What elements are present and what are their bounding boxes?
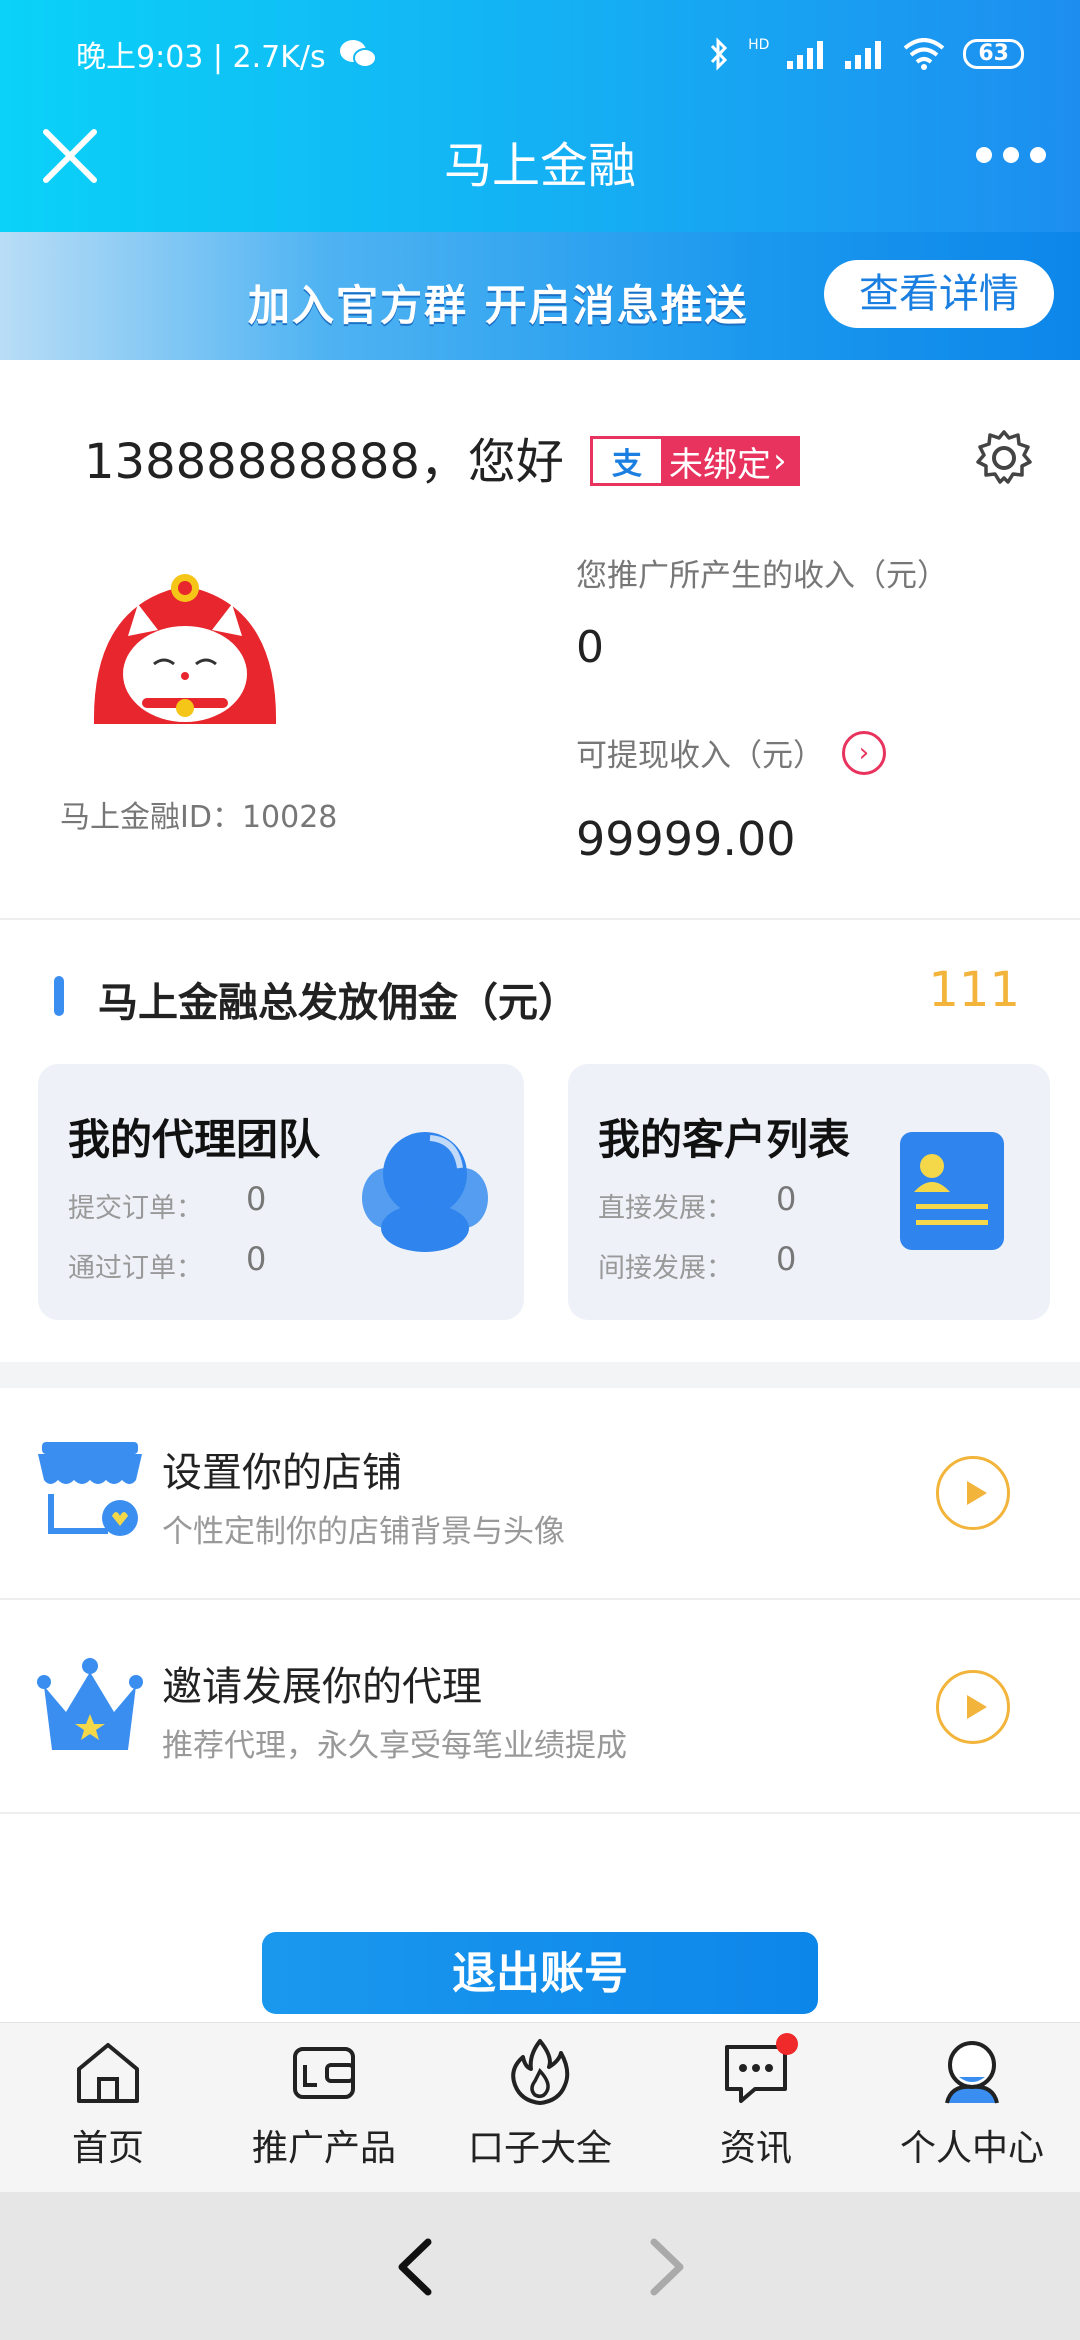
row-label: 间接发展： xyxy=(598,1253,733,1284)
system-navigation-bar xyxy=(0,2192,1080,2340)
list-item-title: 设置你的店铺 xyxy=(162,1450,402,1496)
wechat-icon xyxy=(339,40,377,68)
bottom-tab-bar: 首页 推广产品 口子大全 资讯 个人中心 xyxy=(0,2022,1080,2192)
list-item-store-setup[interactable]: 设置你的店铺 个性定制你的店铺背景与头像 xyxy=(0,1388,1080,1600)
feature-list: 设置你的店铺 个性定制你的店铺背景与头像 邀请发展你的代理 推荐代理，永久享受每… xyxy=(0,1388,1080,1816)
page-title: 马上金融 xyxy=(443,138,636,194)
play-icon[interactable] xyxy=(936,1670,1010,1744)
bind-status: 未绑定 xyxy=(669,444,771,485)
alipay-bind-badge[interactable]: 支 未绑定 › xyxy=(590,436,800,486)
row-value: 0 xyxy=(776,1240,797,1278)
card-row: 直接发展： 0 xyxy=(598,1180,796,1225)
row-value: 0 xyxy=(246,1180,267,1218)
forward-arrow-icon[interactable] xyxy=(636,2232,696,2302)
card-row: 提交订单： 0 xyxy=(68,1180,266,1225)
tab-profile[interactable]: 个人中心 xyxy=(864,2023,1080,2192)
row-label: 直接发展： xyxy=(598,1193,733,1224)
customer-list-card[interactable]: 我的客户列表 直接发展： 0 间接发展： 0 xyxy=(568,1064,1050,1320)
chevron-right-circle-icon[interactable]: › xyxy=(842,730,886,775)
view-details-button[interactable]: 查看详情 xyxy=(824,260,1054,328)
row-label: 通过订单： xyxy=(68,1253,203,1284)
withdrawable-row[interactable]: 可提现收入（元） › xyxy=(576,730,886,775)
logout-button[interactable]: 退出账号 xyxy=(262,1932,818,2014)
title-bar: 马上金融 xyxy=(0,110,1080,200)
card-title: 我的代理团队 xyxy=(68,1115,321,1164)
card-title: 我的客户列表 xyxy=(598,1115,851,1164)
profile-section: 13888888888，您好 支 未绑定 › 马上金融ID：10028 您推广所… xyxy=(0,360,1080,920)
play-icon[interactable] xyxy=(936,1456,1010,1530)
tab-label: 首页 xyxy=(71,2128,144,2169)
alipay-icon: 支 xyxy=(593,439,661,483)
tab-label: 个人中心 xyxy=(899,2128,1044,2169)
tab-label: 口子大全 xyxy=(467,2128,612,2169)
status-time-speed: 晚上9:03 | 2.7K/s xyxy=(76,40,326,75)
chevron-right-icon: › xyxy=(773,441,787,481)
user-id: 马上金融ID：10028 xyxy=(60,800,338,835)
contact-card-icon xyxy=(900,1132,1004,1250)
section-accent-bar xyxy=(54,976,64,1016)
card-row: 间接发展： 0 xyxy=(598,1240,796,1285)
tab-news[interactable]: 资讯 xyxy=(648,2023,864,2192)
income-value: 0 xyxy=(576,622,604,673)
shop-icon xyxy=(38,1442,142,1536)
card-row: 通过订单： 0 xyxy=(68,1240,266,1285)
list-item-subtitle: 个性定制你的店铺背景与头像 xyxy=(162,1514,565,1550)
hd-tag: HD xyxy=(748,37,770,53)
withdrawable-value: 99999.00 xyxy=(576,812,796,866)
user-icon xyxy=(945,2041,999,2104)
tab-label: 资讯 xyxy=(719,2128,792,2169)
wallet-icon xyxy=(293,2047,355,2099)
signal-icon-2 xyxy=(845,41,882,69)
tab-label: 推广产品 xyxy=(251,2128,396,2169)
agent-team-card[interactable]: 我的代理团队 提交订单： 0 通过订单： 0 xyxy=(38,1064,524,1320)
commission-section: 马上金融总发放佣金（元） 111 我的代理团队 提交订单： 0 通过订单： 0 … xyxy=(0,920,1080,1362)
row-value: 0 xyxy=(246,1240,267,1278)
income-label: 您推广所产生的收入（元） xyxy=(576,558,948,594)
team-icon xyxy=(362,1132,488,1252)
app-header: 晚上9:03 | 2.7K/s HD 63 马上金融 xyxy=(0,0,1080,232)
back-arrow-icon[interactable] xyxy=(386,2232,446,2302)
battery-indicator: 63 xyxy=(963,39,1024,69)
signal-icon xyxy=(787,41,824,69)
row-label: 提交订单： xyxy=(68,1193,203,1224)
list-item-title: 邀请发展你的代理 xyxy=(162,1664,482,1710)
bluetooth-icon xyxy=(710,37,728,71)
tab-loans[interactable]: 口子大全 xyxy=(432,2023,648,2192)
gear-icon[interactable] xyxy=(974,428,1034,488)
list-item-subtitle: 推荐代理，永久享受每笔业绩提成 xyxy=(162,1728,627,1764)
tab-home[interactable]: 首页 xyxy=(0,2023,216,2192)
wifi-icon xyxy=(904,38,945,70)
promo-banner[interactable]: 加入官方群 开启消息推送 查看详情 xyxy=(0,232,1080,360)
row-value: 0 xyxy=(776,1180,797,1218)
list-item-invite-agent[interactable]: 邀请发展你的代理 推荐代理，永久享受每笔业绩提成 xyxy=(0,1602,1080,1814)
commission-title: 马上金融总发放佣金（元） xyxy=(98,980,578,1026)
banner-text: 加入官方群 开启消息推送 xyxy=(248,281,749,330)
user-greeting: 13888888888，您好 xyxy=(84,434,564,490)
status-bar: 晚上9:03 | 2.7K/s HD 63 xyxy=(76,30,1024,78)
more-options-icon[interactable] xyxy=(976,140,1046,170)
flame-icon xyxy=(511,2039,570,2105)
commission-value: 111 xyxy=(928,962,1020,1018)
tab-products[interactable]: 推广产品 xyxy=(216,2023,432,2192)
withdrawable-label: 可提现收入（元） xyxy=(576,738,824,774)
home-icon xyxy=(77,2043,139,2103)
lucky-cat-avatar xyxy=(93,574,277,724)
notification-dot xyxy=(776,2033,798,2055)
crown-icon xyxy=(37,1658,143,1750)
